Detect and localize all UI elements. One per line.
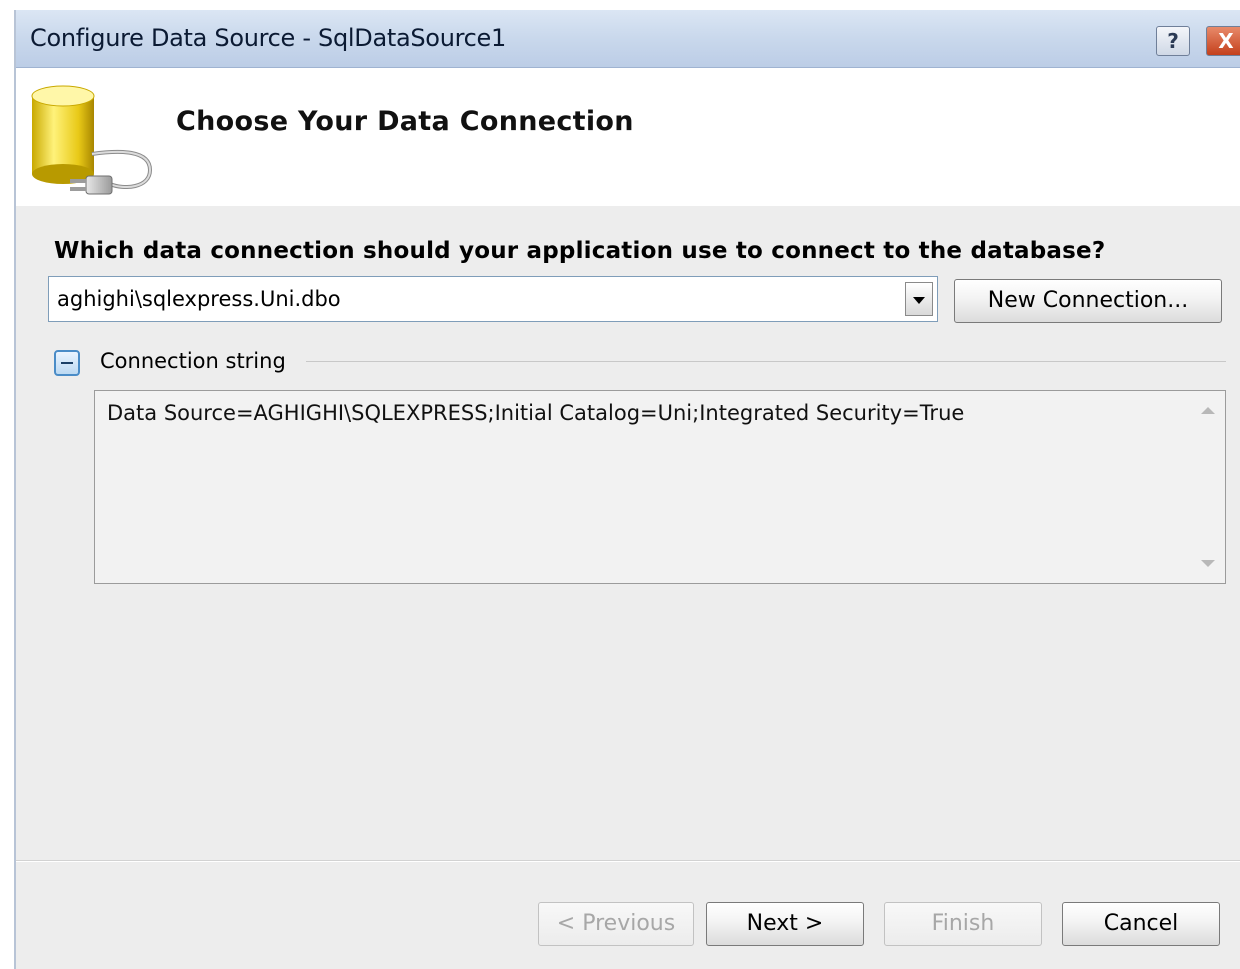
- cancel-button[interactable]: Cancel: [1062, 902, 1220, 946]
- connection-string-value: Data Source=AGHIGHI\SQLEXPRESS;Initial C…: [107, 401, 965, 425]
- connection-string-label: Connection string: [100, 349, 286, 373]
- connection-dropdown[interactable]: aghighi\sqlexpress.Uni.dbo: [48, 276, 938, 322]
- title-bar[interactable]: Configure Data Source - SqlDataSource1 ?…: [16, 10, 1240, 68]
- close-button[interactable]: X: [1206, 26, 1240, 56]
- window-title: Configure Data Source - SqlDataSource1: [30, 24, 506, 52]
- wizard-header: Choose Your Data Connection: [16, 68, 1240, 206]
- collapse-icon[interactable]: [54, 350, 80, 376]
- previous-button[interactable]: < Previous: [538, 902, 694, 946]
- database-plug-icon: [31, 85, 153, 195]
- vertical-scrollbar[interactable]: [1193, 391, 1225, 583]
- footer-divider-highlight: [16, 861, 1240, 862]
- connection-question: Which data connection should your applic…: [54, 238, 1106, 264]
- scroll-down-icon[interactable]: [1201, 560, 1215, 567]
- connection-dropdown-value: aghighi\sqlexpress.Uni.dbo: [57, 287, 341, 311]
- help-button[interactable]: ?: [1156, 26, 1190, 56]
- section-divider: [306, 361, 1226, 362]
- connection-string-textbox[interactable]: Data Source=AGHIGHI\SQLEXPRESS;Initial C…: [94, 390, 1226, 584]
- scroll-up-icon[interactable]: [1201, 407, 1215, 414]
- finish-button[interactable]: Finish: [884, 902, 1042, 946]
- new-connection-button[interactable]: New Connection...: [954, 279, 1222, 323]
- page-heading: Choose Your Data Connection: [176, 106, 634, 137]
- next-button[interactable]: Next >: [706, 902, 864, 946]
- chevron-down-icon[interactable]: [905, 282, 933, 316]
- configure-data-source-dialog: Configure Data Source - SqlDataSource1 ?…: [14, 10, 1240, 969]
